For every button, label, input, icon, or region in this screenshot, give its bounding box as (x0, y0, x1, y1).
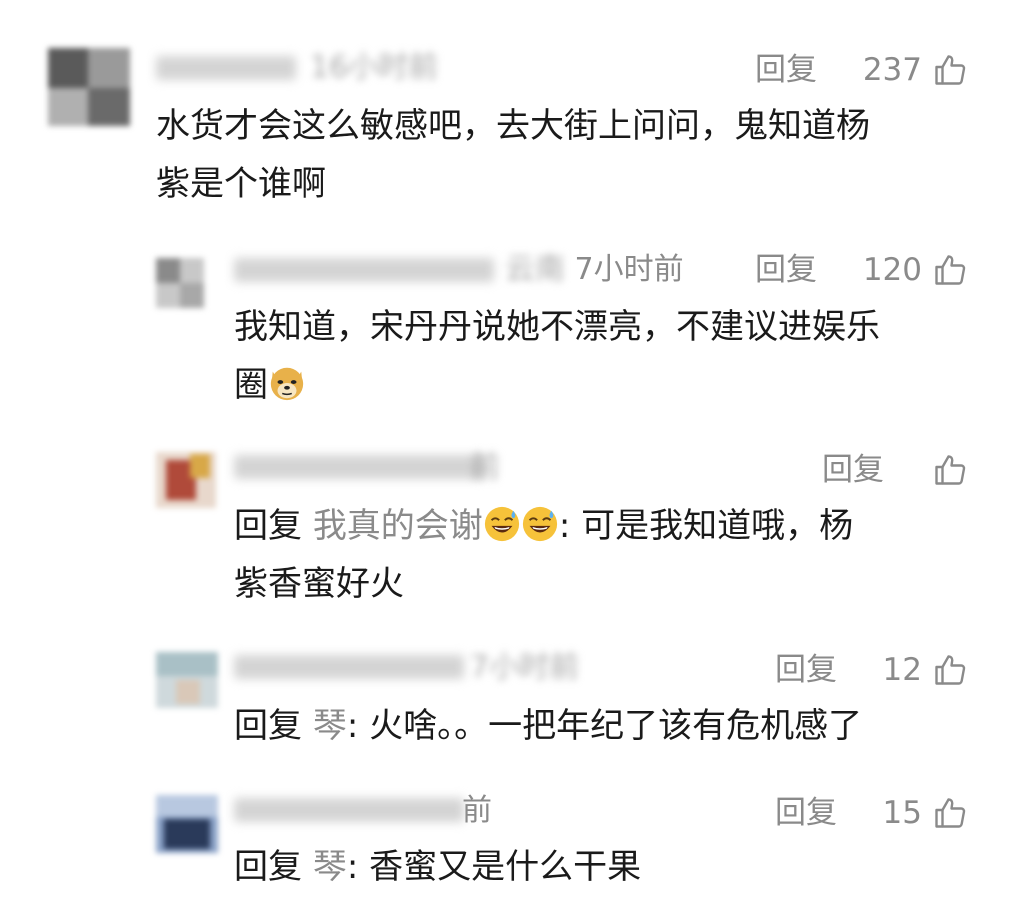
reply-button[interactable]: 回复 (755, 250, 817, 290)
thumbs-up-icon[interactable] (932, 652, 968, 688)
sweat-smile-emoji (522, 506, 557, 542)
avatar[interactable] (48, 48, 130, 126)
comment-text: 回复 我真的会谢 : 可是我知道哦，杨 紫香蜜好火 (234, 506, 854, 604)
doge-emoji (270, 367, 304, 401)
reply-to-username[interactable]: 我真的会谢 (313, 506, 483, 546)
avatar[interactable] (156, 452, 216, 508)
username[interactable] (156, 56, 296, 80)
username[interactable] (234, 258, 494, 282)
comment-text: 回复 琴: 香蜜又是什么干果 (234, 847, 642, 887)
reply-button[interactable]: 回复 (775, 793, 837, 833)
avatar[interactable] (156, 652, 218, 708)
comment-time: 云南 7小时前 (505, 252, 684, 287)
thumbs-up-icon[interactable] (932, 252, 968, 288)
like-count: 237 (862, 52, 922, 88)
reply-to-username[interactable]: 琴 (313, 847, 347, 887)
comment-text: 回复 琴: 火啥。。一把年纪了该有危机感了 (234, 706, 863, 746)
username[interactable] (234, 655, 464, 679)
username[interactable] (234, 798, 464, 822)
sweat-smile-emoji (484, 506, 519, 542)
comment-time: 前 (462, 793, 492, 828)
username[interactable] (234, 455, 484, 479)
avatar[interactable] (156, 795, 218, 853)
like-count: 12 (882, 652, 922, 688)
comment-text: 我知道，宋丹丹说她不漂亮，不建议进娱乐 圈 (234, 307, 880, 405)
avatar[interactable] (156, 258, 204, 308)
thumbs-up-icon[interactable] (932, 795, 968, 831)
thumbs-up-icon[interactable] (932, 52, 968, 88)
thumbs-up-icon[interactable] (932, 452, 968, 488)
like-count: 120 (862, 252, 922, 288)
comment-time: 16小时前 (310, 50, 439, 85)
comment-time: 7小时前 (470, 650, 580, 685)
reply-to-username[interactable]: 琴 (313, 706, 347, 746)
comment-time: 前 (470, 450, 500, 485)
like-count: 15 (882, 795, 922, 831)
reply-button[interactable]: 回复 (822, 450, 884, 490)
reply-button[interactable]: 回复 (775, 650, 837, 690)
comment-text: 水货才会这么敏感吧，去大街上问问，鬼知道杨 紫是个谁啊 (156, 106, 870, 204)
reply-button[interactable]: 回复 (755, 50, 817, 90)
